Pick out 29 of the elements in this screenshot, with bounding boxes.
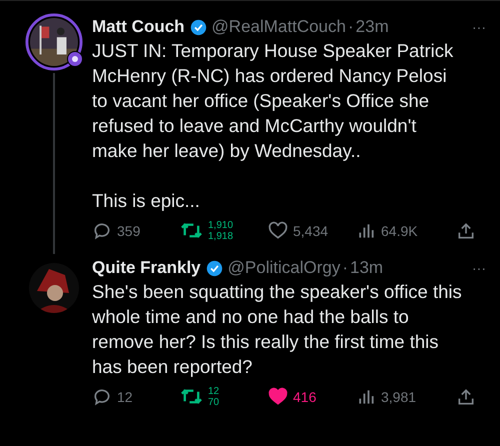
view-count: 3,981 [381,388,416,404]
author-handle[interactable]: @PoliticalOrgy [228,258,340,278]
tweet-text: She's been squatting the speaker's office this whole time and no one had the balls to remove her? Is this really the first time this has been reported? [92,280,463,379]
separator-dot: · [342,258,348,278]
reply-icon[interactable] [92,220,112,240]
broadcast-badge-icon [67,51,83,67]
separator-dot: · [348,17,354,37]
retweet-count: 12 [208,386,220,396]
share-icon[interactable] [456,386,476,406]
retweet-count: 70 [208,396,220,408]
more-menu-button[interactable]: ··· [472,260,486,276]
heart-icon[interactable] [268,386,288,406]
timestamp[interactable]: 23m [356,17,389,37]
tweet-text: JUST IN: Temporary House Speaker Patrick McHenry (R-NC) has ordered Nancy Pelosi to vacant her office (Speaker's Office she refused to leave and McCarthy wouldn't make her leave) by Wednesday.. This is epic... [92,39,454,213]
retweet-count: 1,918 [208,230,234,242]
more-menu-button[interactable]: ··· [472,19,486,35]
view-count: 64.9K [381,222,418,238]
heart-icon[interactable] [268,220,288,240]
author-handle[interactable]: @RealMattCouch [212,17,346,37]
like-count: 5,434 [293,222,328,238]
author-name[interactable]: Matt Couch [92,17,185,37]
retweet-count: 1,910 [208,220,234,230]
reply-count: 12 [117,388,133,404]
reply-count: 359 [117,222,140,238]
like-count: 416 [293,388,316,404]
reply-icon[interactable] [92,386,112,406]
timestamp[interactable]: 13m [350,258,384,278]
author-name[interactable]: Quite Frankly [92,258,201,278]
share-icon[interactable] [456,220,476,240]
